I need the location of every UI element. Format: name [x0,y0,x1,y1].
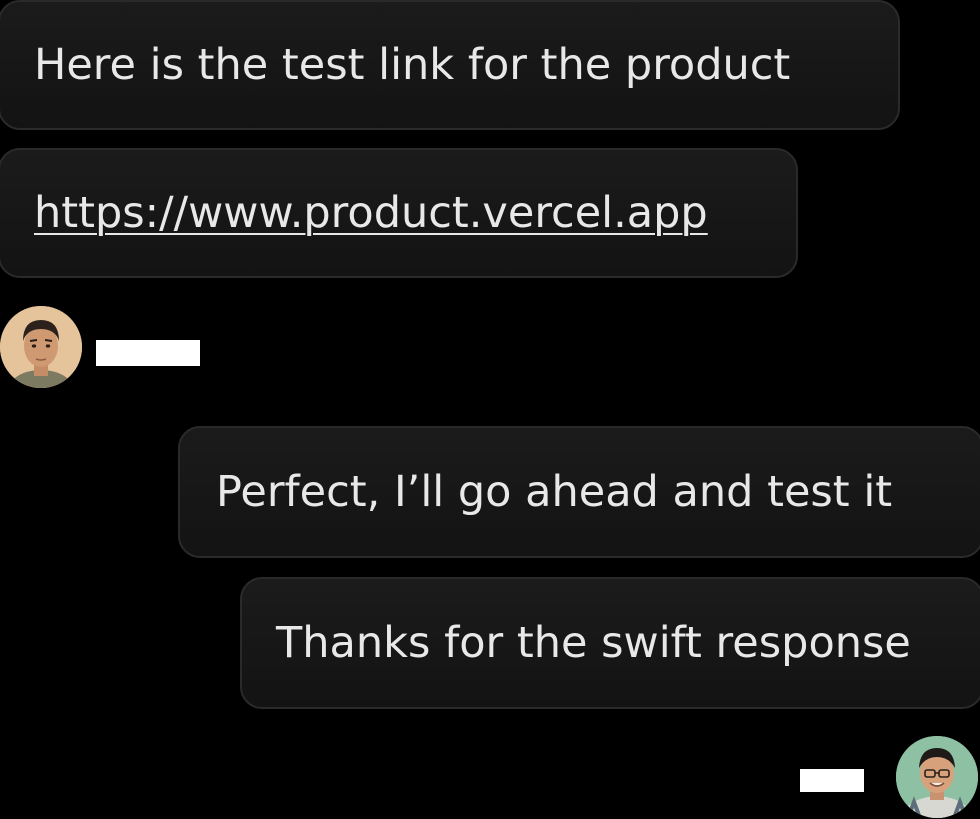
sender-name-redacted [96,340,200,366]
message-text: Thanks for the swift response [276,617,911,668]
avatar-user [896,736,978,818]
message-bubble-incoming: Here is the test link for the product [0,0,900,130]
message-text: Perfect, I’ll go ahead and test it [216,466,893,517]
user-name-redacted [800,769,864,792]
person-avatar-icon [0,306,82,388]
person-avatar-icon [896,736,978,818]
message-bubble-outgoing: Thanks for the swift response [240,577,980,709]
message-text: Here is the test link for the product [34,39,791,90]
message-bubble-incoming-link: https://www.product.vercel.app [0,148,798,278]
avatar-sender [0,306,82,388]
message-bubble-outgoing: Perfect, I’ll go ahead and test it [178,426,980,558]
message-link[interactable]: https://www.product.vercel.app [34,191,708,235]
